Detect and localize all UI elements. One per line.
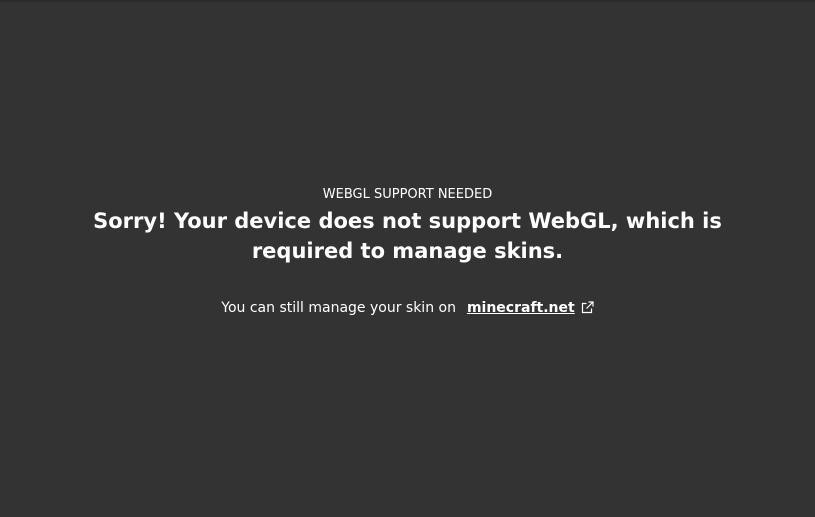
webgl-notice: WEBGL SUPPORT NEEDED Sorry! Your device … <box>0 186 815 318</box>
minecraft-net-link[interactable]: minecraft.net <box>467 298 575 318</box>
notice-subline: You can still manage your skin on minecr… <box>221 298 594 318</box>
subline-text: You can still manage your skin on <box>221 300 456 316</box>
top-divider <box>0 0 815 2</box>
external-link-icon[interactable] <box>581 300 594 314</box>
notice-headline: Sorry! Your device does not support WebG… <box>93 209 722 263</box>
notice-eyebrow: WEBGL SUPPORT NEEDED <box>322 187 493 202</box>
